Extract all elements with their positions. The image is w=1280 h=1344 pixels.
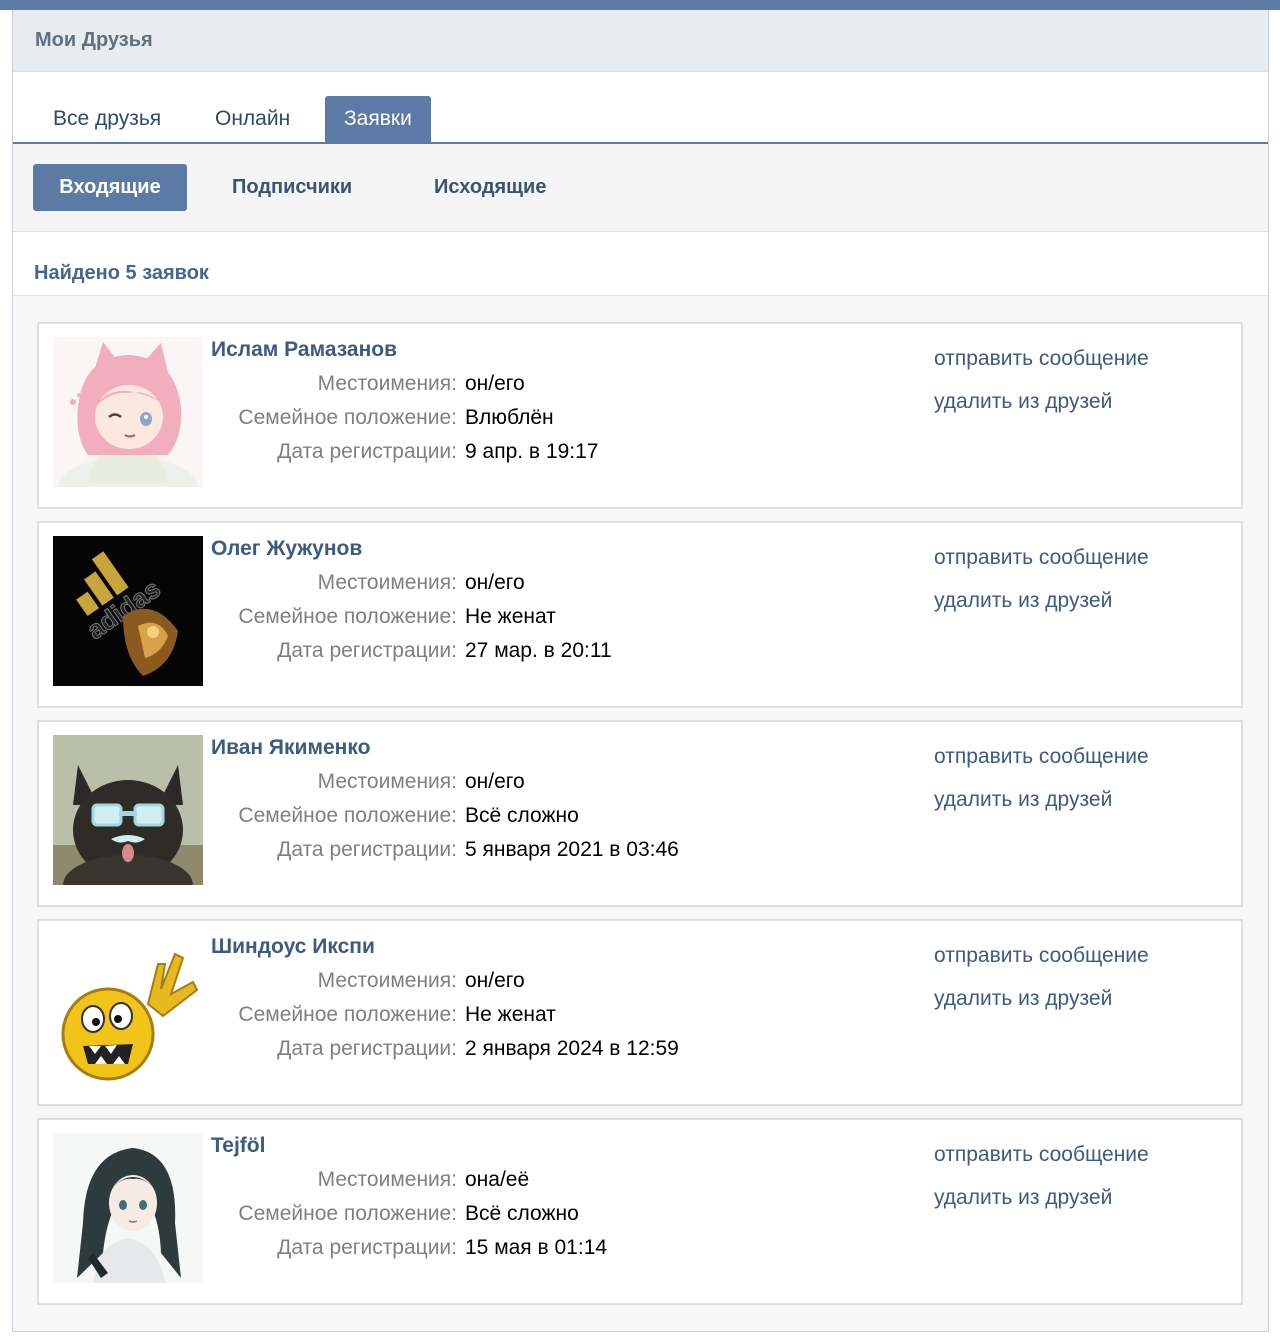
family-value: Влюблён — [465, 406, 554, 429]
pronouns-label: Местоимения: — [317, 1168, 457, 1191]
family-label: Семейное положение: — [238, 406, 457, 429]
family-value: Всё сложно — [465, 1202, 579, 1225]
page-header: Мои Друзья — [13, 10, 1268, 72]
registered-value: 27 мар. в 20:11 — [465, 639, 612, 662]
subtab-outgoing[interactable]: Исходящие — [434, 164, 546, 211]
remove-friend-link[interactable]: удалить из друзей — [934, 586, 1149, 629]
registered-value: 5 января 2021 в 03:46 — [465, 838, 679, 861]
tab-online[interactable]: Онлайн — [196, 96, 309, 142]
page-title: Мои Друзья — [35, 29, 153, 51]
subtab-incoming[interactable]: Входящие — [33, 164, 187, 211]
pronouns-label: Местоимения: — [317, 372, 457, 395]
pronouns-value: он/его — [465, 571, 525, 594]
tab-requests[interactable]: Заявки — [325, 96, 431, 142]
friend-info: Местоимения: он/его Семейное положение: Не… — [211, 568, 771, 670]
yellow-smiley-avatar[interactable] — [53, 934, 203, 1084]
card-actions: отправить сообщение удалить из друзей — [934, 344, 1149, 430]
family-value: Всё сложно — [465, 804, 579, 827]
friend-info: Местоимения: он/его Семейное положение: Не… — [211, 966, 771, 1068]
pronouns-label: Местоимения: — [317, 571, 457, 594]
friend-name[interactable]: Олег Жужунов — [211, 537, 362, 561]
friend-info: Местоимения: она/её Семейное положение: Вс… — [211, 1165, 771, 1267]
registered-value: 15 мая в 01:14 — [465, 1236, 608, 1259]
found-count: Найдено 5 заявок — [34, 262, 209, 284]
family-value: Не женат — [465, 1003, 556, 1026]
friend-info: Местоимения: он/его Семейное положение: Вс… — [211, 767, 771, 869]
request-card: Tejföl Местоимения: она/её Семейное полож… — [37, 1118, 1243, 1305]
request-card: Иван Якименко Местоимения: он/его Семейно… — [37, 720, 1243, 907]
remove-friend-link[interactable]: удалить из друзей — [934, 1183, 1149, 1226]
request-card: Шиндоус Икспи Местоимения: он/его Семейно… — [37, 919, 1243, 1106]
remove-friend-link[interactable]: удалить из друзей — [934, 785, 1149, 828]
subtabs-bar: Входящие Подписчики Исходящие — [13, 144, 1268, 232]
pronouns-label: Местоимения: — [317, 770, 457, 793]
friend-name[interactable]: Шиндоус Икспи — [211, 935, 375, 959]
send-message-link[interactable]: отправить сообщение — [934, 1140, 1149, 1183]
family-label: Семейное положение: — [238, 804, 457, 827]
registered-value: 2 января 2024 в 12:59 — [465, 1037, 679, 1060]
card-actions: отправить сообщение удалить из друзей — [934, 941, 1149, 1027]
pronouns-label: Местоимения: — [317, 969, 457, 992]
anime-girl-avatar[interactable] — [53, 1133, 203, 1283]
send-message-link[interactable]: отправить сообщение — [934, 742, 1149, 785]
request-card: Ислам Рамазанов Местоимения: он/его Семей… — [37, 322, 1243, 509]
pronouns-value: он/его — [465, 969, 525, 992]
registered-label: Дата регистрации: — [277, 838, 457, 861]
requests-list: Ислам Рамазанов Местоимения: он/его Семей… — [13, 296, 1268, 1305]
registered-label: Дата регистрации: — [277, 1037, 457, 1060]
remove-friend-link[interactable]: удалить из друзей — [934, 984, 1149, 1027]
tab-all-friends[interactable]: Все друзья — [34, 96, 180, 142]
registered-value: 9 апр. в 19:17 — [465, 440, 599, 463]
tabs-bar: Все друзья Онлайн Заявки — [13, 72, 1268, 144]
cat-with-glasses-avatar[interactable] — [53, 735, 203, 885]
family-label: Семейное положение: — [238, 605, 457, 628]
pronouns-value: она/её — [465, 1168, 530, 1191]
adidas-logo-avatar[interactable]: adidas — [53, 536, 203, 686]
card-actions: отправить сообщение удалить из друзей — [934, 1140, 1149, 1226]
found-summary: Найдено 5 заявок — [13, 232, 1268, 296]
send-message-link[interactable]: отправить сообщение — [934, 941, 1149, 984]
friend-info: Местоимения: он/его Семейное положение: Вл… — [211, 369, 771, 471]
anime-catgirl-avatar[interactable] — [53, 337, 203, 487]
registered-label: Дата регистрации: — [277, 440, 457, 463]
send-message-link[interactable]: отправить сообщение — [934, 344, 1149, 387]
send-message-link[interactable]: отправить сообщение — [934, 543, 1149, 586]
family-value: Не женат — [465, 605, 556, 628]
request-card: adidas Олег Жужунов Местоимения: он/его С… — [37, 521, 1243, 708]
pronouns-value: он/его — [465, 372, 525, 395]
friend-name[interactable]: Иван Якименко — [211, 736, 370, 760]
card-actions: отправить сообщение удалить из друзей — [934, 543, 1149, 629]
pronouns-value: он/его — [465, 770, 525, 793]
top-bar — [0, 0, 1280, 10]
family-label: Семейное положение: — [238, 1202, 457, 1225]
friend-name[interactable]: Tejföl — [211, 1134, 265, 1158]
card-actions: отправить сообщение удалить из друзей — [934, 742, 1149, 828]
friends-page: Мои Друзья Все друзья Онлайн Заявки Вход… — [12, 10, 1269, 1332]
remove-friend-link[interactable]: удалить из друзей — [934, 387, 1149, 430]
subtab-subscribers[interactable]: Подписчики — [232, 164, 352, 211]
family-label: Семейное положение: — [238, 1003, 457, 1026]
registered-label: Дата регистрации: — [277, 639, 457, 662]
friend-name[interactable]: Ислам Рамазанов — [211, 338, 397, 362]
registered-label: Дата регистрации: — [277, 1236, 457, 1259]
